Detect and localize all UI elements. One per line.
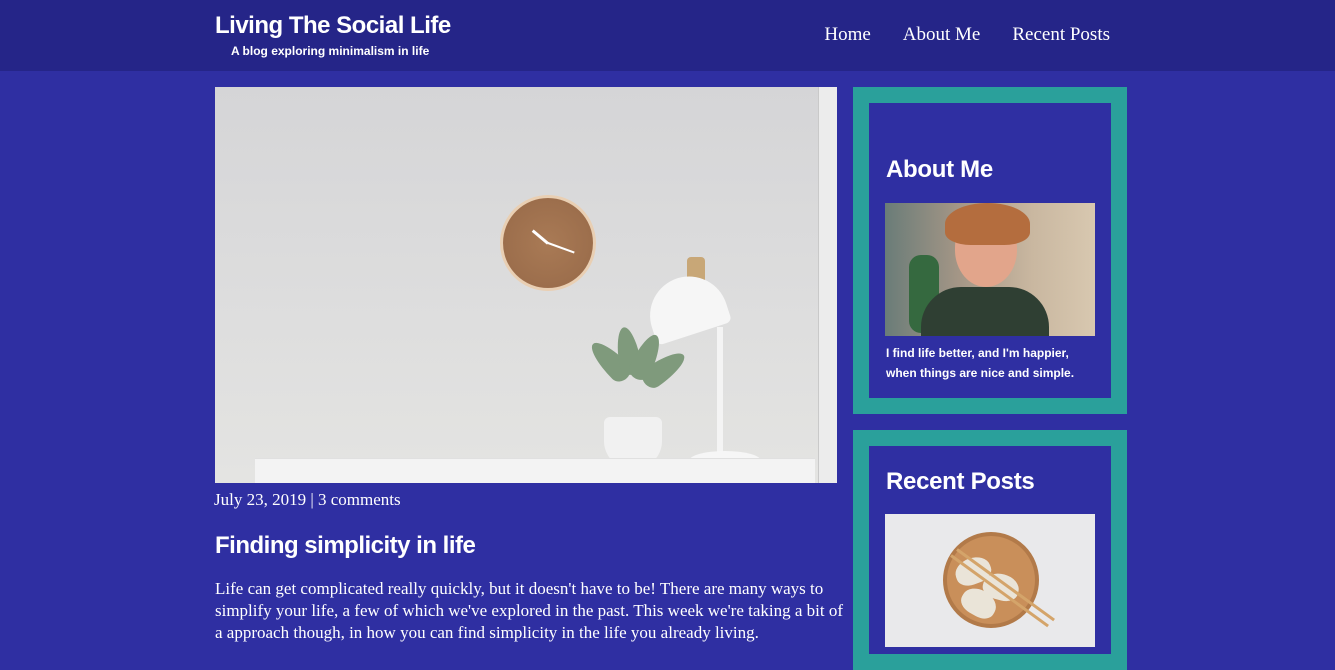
clock-hand: [531, 229, 549, 245]
recent-posts-heading: Recent Posts: [886, 468, 1035, 495]
about-me-widget: About Me I find life better, and I'm hap…: [853, 87, 1127, 414]
person-hair: [945, 203, 1030, 245]
recent-posts-panel: Recent Posts: [869, 446, 1111, 654]
brand: Living The Social Life A blog exploring …: [215, 12, 451, 58]
post-title[interactable]: Finding simplicity in life: [215, 531, 476, 561]
post-meta: July 23, 2019 | 3 comments: [214, 490, 401, 509]
wall-edge: [818, 87, 837, 483]
clock-hand: [547, 242, 575, 254]
site-header: Living The Social Life A blog exploring …: [0, 0, 1335, 71]
about-me-panel: About Me I find life better, and I'm hap…: [869, 103, 1111, 398]
nav-recent-posts[interactable]: Recent Posts: [1012, 23, 1110, 47]
main-nav: Home About Me Recent Posts: [824, 23, 1110, 47]
hero-image[interactable]: [215, 87, 837, 483]
nav-home[interactable]: Home: [824, 23, 870, 47]
about-me-heading: About Me: [886, 156, 993, 183]
person-body: [921, 287, 1049, 336]
lamp-pole: [717, 327, 723, 457]
clock-icon: [500, 195, 596, 291]
table-top: [255, 458, 815, 483]
post-excerpt: Life can get complicated really quickly,…: [215, 579, 844, 642]
nav-about-me[interactable]: About Me: [903, 23, 981, 47]
site-tagline: A blog exploring minimalism in life: [231, 44, 430, 58]
recent-post-thumbnail[interactable]: [885, 514, 1095, 647]
about-me-text: I find life better, and I'm happier, whe…: [886, 346, 1075, 380]
recent-posts-widget: Recent Posts: [853, 430, 1127, 670]
about-me-photo: [885, 203, 1095, 336]
site-title[interactable]: Living The Social Life: [215, 12, 451, 40]
